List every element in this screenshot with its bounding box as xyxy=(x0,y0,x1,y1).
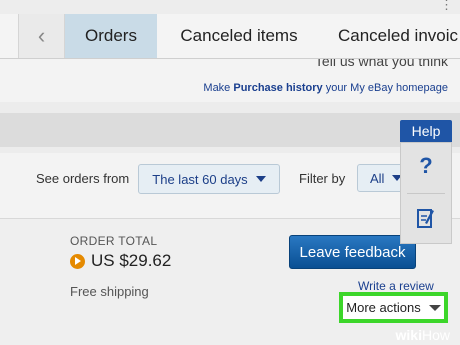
tab-edge xyxy=(0,14,19,58)
tab-scroll-left-button[interactable]: ‹ xyxy=(19,14,65,58)
watermark-normal: How xyxy=(421,327,450,343)
homepage-prefix: Make xyxy=(203,82,234,94)
caret-down-icon xyxy=(428,304,441,311)
order-total-label: ORDER TOTAL xyxy=(70,234,158,248)
wikihow-watermark: wikiHow xyxy=(396,327,450,343)
homepage-bold: Purchase history xyxy=(233,82,323,94)
order-amount: US $29.62 xyxy=(70,251,171,271)
tab-label: Orders xyxy=(85,26,137,45)
browser-menu-icon[interactable]: ⋮ xyxy=(440,0,454,12)
help-panel: ? xyxy=(400,142,452,244)
tab-orders[interactable]: Orders xyxy=(65,14,157,58)
order-amount-value: US $29.62 xyxy=(91,251,172,270)
feedback-form-icon[interactable] xyxy=(417,207,435,229)
more-actions-label: More actions xyxy=(346,300,421,315)
tab-canceled-invoices[interactable]: Canceled invoic xyxy=(326,14,460,58)
browser-top-strip: ⋮ xyxy=(0,0,460,15)
tab-label: Canceled invoic xyxy=(338,26,459,45)
feedback-link[interactable]: Tell us what you think xyxy=(315,59,448,69)
leave-feedback-button[interactable]: Leave feedback xyxy=(289,235,416,269)
sub-header: Tell us what you think Make Purchase his… xyxy=(0,59,460,102)
section-bar xyxy=(0,113,460,147)
tab-canceled-items[interactable]: Canceled items xyxy=(164,14,314,58)
chevron-left-icon: ‹ xyxy=(37,23,46,48)
tab-label: Canceled items xyxy=(180,26,298,45)
play-coin-icon xyxy=(70,253,85,269)
more-actions-button[interactable]: More actions xyxy=(339,292,448,323)
filter-by-label: Filter by xyxy=(299,171,346,186)
question-icon[interactable]: ? xyxy=(401,153,451,179)
filter-value: All xyxy=(370,170,385,186)
homepage-suffix: your My eBay homepage xyxy=(322,82,448,94)
order-tabs: ‹ Orders Canceled items Canceled invoic xyxy=(0,14,460,59)
see-orders-label: See orders from xyxy=(36,171,130,186)
leave-feedback-label: Leave feedback xyxy=(299,243,406,261)
date-range-dropdown[interactable]: The last 60 days xyxy=(138,164,280,194)
help-tab[interactable]: Help xyxy=(400,120,452,142)
make-homepage-link[interactable]: Make Purchase history your My eBay homep… xyxy=(203,82,448,94)
date-range-value: The last 60 days xyxy=(152,171,248,187)
shipping-text: Free shipping xyxy=(70,284,149,299)
write-review-link[interactable]: Write a review xyxy=(358,279,434,293)
caret-down-icon xyxy=(255,176,266,182)
watermark-bold: wiki xyxy=(395,327,422,343)
help-divider xyxy=(407,193,445,194)
help-tab-label: Help xyxy=(411,123,441,139)
